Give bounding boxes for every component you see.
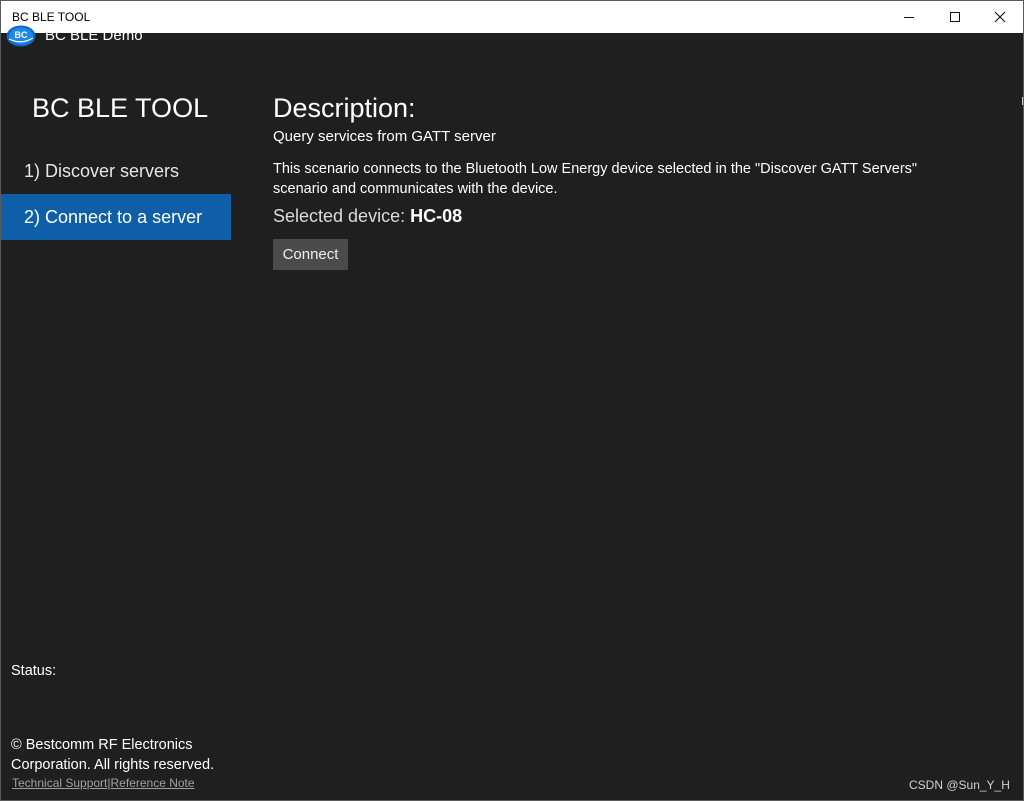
window-title: BC BLE TOOL bbox=[12, 10, 91, 24]
copyright-text: © Bestcomm RF Electronics Corporation. A… bbox=[11, 737, 215, 773]
app-window: BC BLE TOOL BC BC BLE Demo BC BLE TOOL 1… bbox=[0, 0, 1024, 801]
technical-support-link[interactable]: Technical Support bbox=[12, 776, 107, 790]
minimize-icon bbox=[904, 17, 914, 18]
sidebar: BC BLE TOOL 1) Discover servers 2) Conne… bbox=[1, 73, 231, 800]
description-subtitle: Query services from GATT server bbox=[273, 128, 496, 145]
footer-links: Technical Support|Reference Note bbox=[12, 776, 195, 790]
connect-button[interactable]: Connect bbox=[273, 239, 348, 270]
description-body: This scenario connects to the Bluetooth … bbox=[273, 161, 918, 197]
app-title: BC BLE Demo bbox=[45, 27, 143, 44]
close-button[interactable] bbox=[977, 1, 1023, 33]
status-label: Status: bbox=[11, 663, 57, 679]
sidebar-item-discover-servers[interactable]: 1) Discover servers bbox=[1, 148, 231, 194]
selected-device-value: HC-08 bbox=[410, 206, 463, 226]
sidebar-heading: BC BLE TOOL bbox=[32, 93, 209, 123]
selected-device-label: Selected device: bbox=[273, 206, 406, 226]
title-bar[interactable]: BC BLE TOOL bbox=[1, 1, 1023, 33]
maximize-button[interactable] bbox=[932, 1, 978, 33]
logo-text: BC bbox=[15, 30, 28, 40]
description-title: Description: bbox=[273, 93, 416, 123]
close-icon bbox=[994, 11, 1006, 23]
watermark: CSDN @Sun_Y_H bbox=[909, 778, 1010, 792]
sidebar-item-connect-to-server[interactable]: 2) Connect to a server bbox=[1, 194, 231, 240]
bc-logo-icon: BC bbox=[6, 25, 36, 47]
maximize-icon bbox=[950, 12, 960, 22]
minimize-button[interactable] bbox=[886, 1, 932, 33]
reference-note-link[interactable]: Reference Note bbox=[111, 776, 195, 790]
selected-device: Selected device: HC-08 bbox=[273, 206, 462, 227]
